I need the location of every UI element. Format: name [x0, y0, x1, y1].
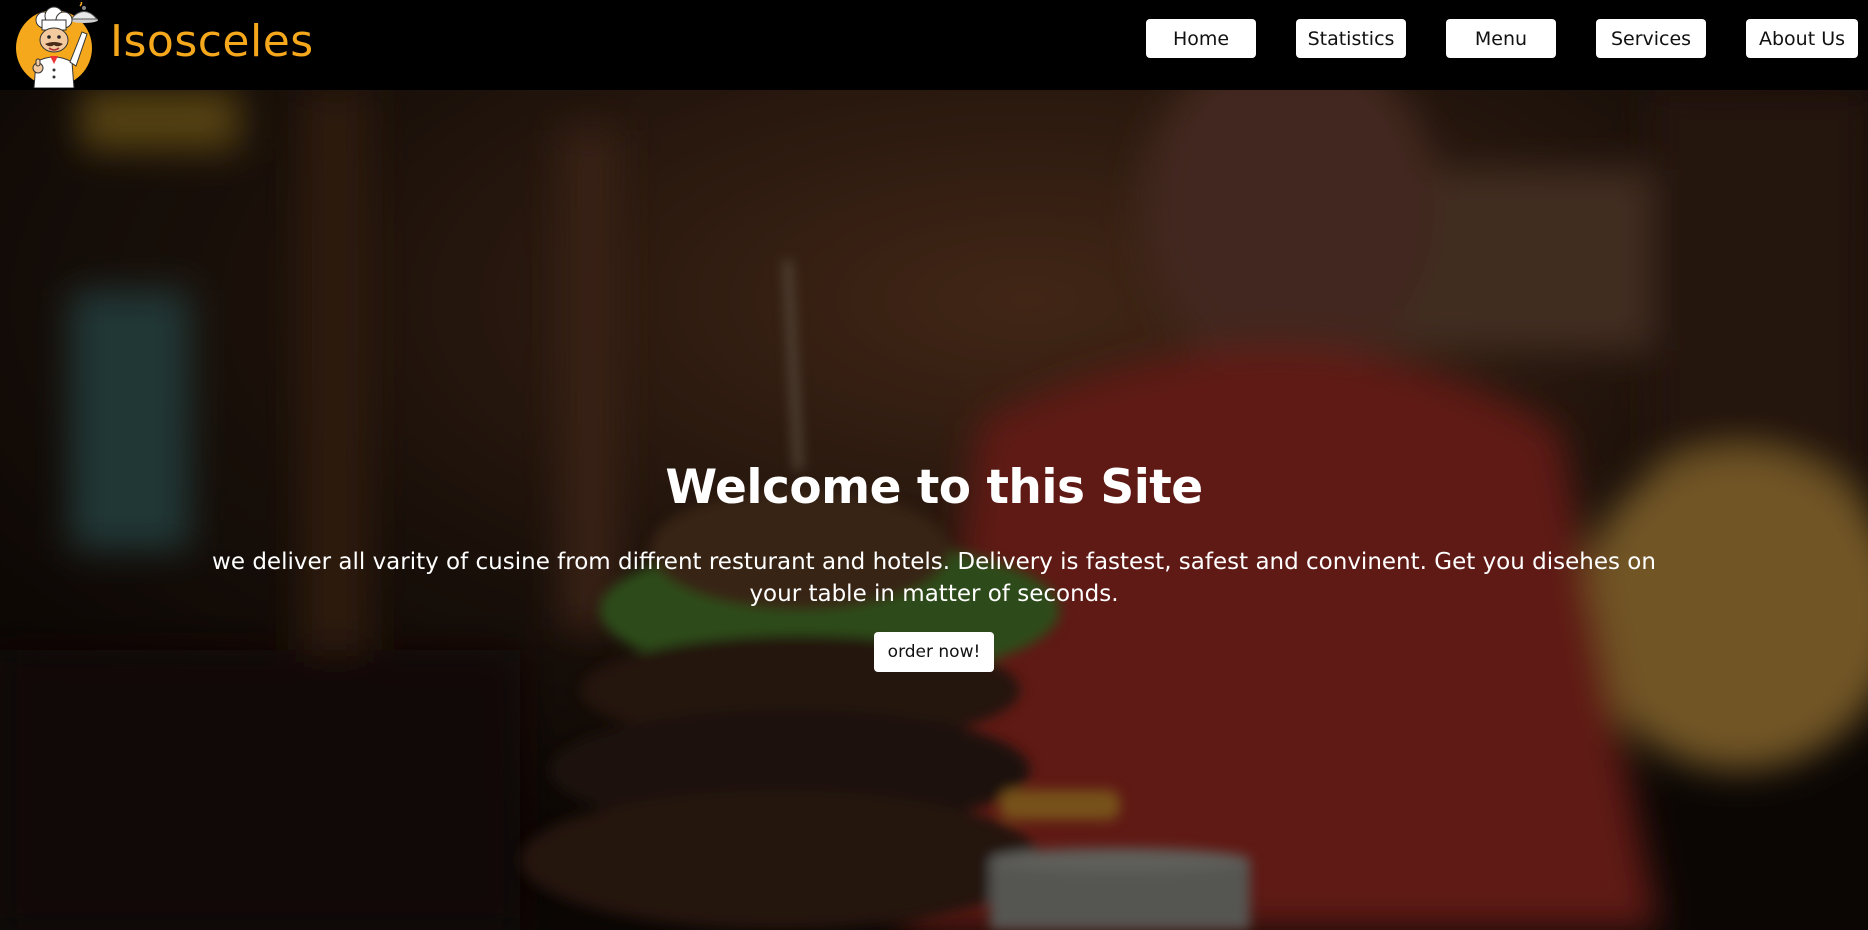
- nav-menu-button[interactable]: Menu: [1446, 19, 1556, 58]
- brand[interactable]: Isosceles: [14, 0, 314, 90]
- hero-description: we deliver all varity of cusine from dif…: [212, 549, 1656, 608]
- hero-section: Welcome to this Site we deliver all vari…: [0, 90, 1868, 930]
- navbar: Isosceles Home Statistics Menu Services …: [0, 0, 1868, 90]
- hero-title: Welcome to this Site: [665, 460, 1203, 515]
- nav-item-home: Home: [1146, 19, 1256, 58]
- nav-item-about-us: About Us: [1746, 19, 1858, 58]
- hero-content: Welcome to this Site we deliver all vari…: [0, 460, 1868, 673]
- nav-item-statistics: Statistics: [1296, 19, 1406, 58]
- nav-item-services: Services: [1596, 19, 1706, 58]
- nav-home-button[interactable]: Home: [1146, 19, 1256, 58]
- nav-item-menu: Menu: [1446, 19, 1556, 58]
- nav-about-us-button[interactable]: About Us: [1746, 19, 1858, 58]
- brand-name: Isosceles: [110, 16, 314, 67]
- nav-menu: Home Statistics Menu Services About Us: [1146, 19, 1858, 58]
- nav-services-button[interactable]: Services: [1596, 19, 1706, 58]
- order-now-button[interactable]: order now!: [873, 632, 995, 673]
- nav-statistics-button[interactable]: Statistics: [1296, 19, 1406, 58]
- page: Isosceles Home Statistics Menu Services …: [0, 0, 1868, 930]
- chef-mascot-icon: [16, 2, 99, 88]
